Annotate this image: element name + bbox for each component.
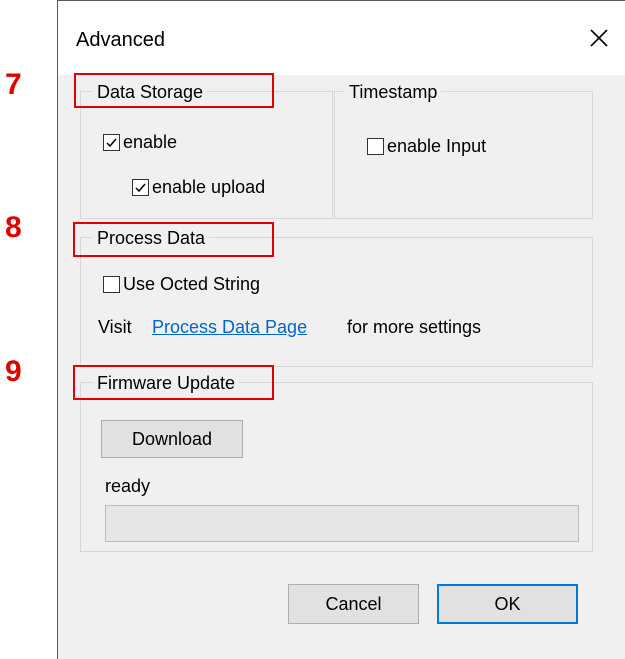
download-button[interactable]: Download bbox=[101, 420, 243, 458]
firmware-progress-bar bbox=[105, 505, 579, 542]
process-data-page-link[interactable]: Process Data Page bbox=[152, 317, 307, 338]
checkbox-checked-icon bbox=[132, 179, 149, 196]
checkbox-unchecked-icon bbox=[367, 138, 384, 155]
annotation-box-data-storage bbox=[74, 73, 274, 108]
checkbox-unchecked-icon bbox=[103, 276, 120, 293]
checkbox-checked-icon bbox=[103, 134, 120, 151]
use-octed-string-label: Use Octed String bbox=[123, 274, 261, 294]
title-bar: Advanced bbox=[58, 1, 625, 75]
close-icon[interactable] bbox=[586, 25, 612, 51]
timestamp-group: Timestamp enable Input bbox=[334, 81, 593, 219]
enable-input-label: enable Input bbox=[387, 136, 487, 156]
dialog-title: Advanced bbox=[76, 29, 165, 51]
timestamp-legend: Timestamp bbox=[345, 81, 442, 103]
annotation-marker-7: 7 bbox=[5, 68, 22, 101]
annotation-marker-8: 8 bbox=[5, 211, 22, 244]
firmware-update-group: Firmware Update Download ready bbox=[80, 372, 593, 552]
enable-input-checkbox[interactable]: enable Input bbox=[367, 136, 486, 157]
ok-button[interactable]: OK bbox=[437, 584, 578, 624]
enable-upload-label: enable upload bbox=[152, 177, 266, 197]
cancel-button[interactable]: Cancel bbox=[288, 584, 419, 624]
visit-prefix-text: Visit bbox=[98, 317, 132, 337]
annotation-marker-9: 9 bbox=[5, 355, 22, 388]
annotation-box-firmware-update bbox=[73, 365, 274, 400]
enable-checkbox[interactable]: enable bbox=[103, 132, 177, 153]
enable-upload-checkbox[interactable]: enable upload bbox=[132, 177, 265, 198]
data-storage-group: Data Storage enable enable upload bbox=[80, 81, 333, 219]
firmware-status-text: ready bbox=[105, 476, 151, 496]
visit-suffix-text: for more settings bbox=[347, 317, 482, 337]
annotation-box-process-data bbox=[73, 222, 274, 257]
enable-label: enable bbox=[123, 132, 178, 152]
use-octed-string-checkbox[interactable]: Use Octed String bbox=[103, 274, 260, 295]
